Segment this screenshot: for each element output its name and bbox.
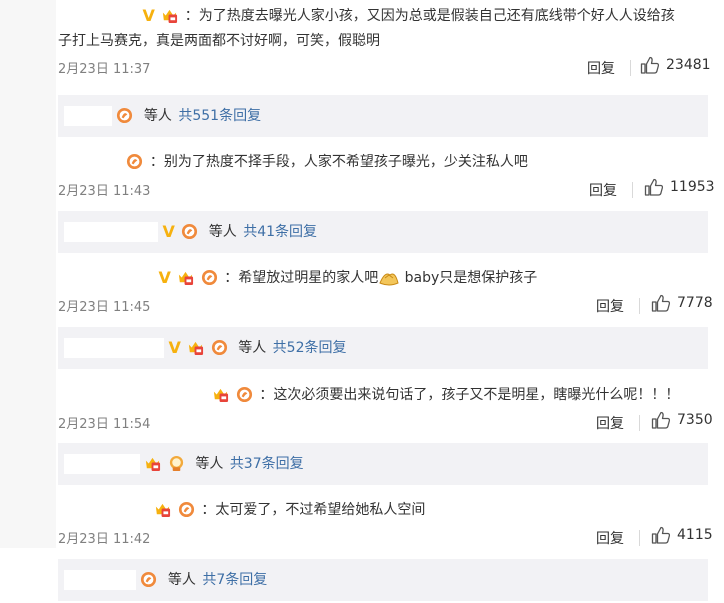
clap-emoji-icon bbox=[378, 269, 400, 287]
reply-button[interactable]: 回复 bbox=[596, 413, 624, 433]
reply-summary[interactable]: V 等人 共52条回复 bbox=[58, 327, 708, 369]
member-crown-icon bbox=[154, 501, 171, 518]
comment-text-line: V ：为了热度去曝光人家小孩，又因为总或是假装自己还有底线带个好人人设给孩 bbox=[56, 5, 724, 29]
like-button[interactable]: 4115 bbox=[651, 526, 713, 544]
fan-icon bbox=[236, 386, 253, 403]
view-replies-link[interactable]: 共41条回复 bbox=[243, 224, 317, 240]
username-redacted[interactable] bbox=[64, 454, 140, 474]
username-redacted[interactable] bbox=[64, 106, 112, 126]
like-button[interactable]: 11953 bbox=[644, 178, 715, 196]
fan-icon bbox=[181, 223, 198, 240]
like-button[interactable]: 7350 bbox=[651, 411, 713, 429]
thumb-up-icon bbox=[651, 411, 671, 429]
comment-text: ：这次必须要出来说句话了，孩子又不是明星，瞎曝光什么呢！！！ bbox=[259, 387, 680, 403]
fan-icon bbox=[126, 153, 143, 170]
member-crown-icon bbox=[161, 7, 178, 24]
comment-time: 2月23日 11:43 bbox=[58, 184, 151, 199]
fan-icon bbox=[116, 107, 133, 124]
reply-summary[interactable]: 等人 共7条回复 bbox=[58, 559, 708, 601]
comment-time: 2月23日 11:42 bbox=[58, 532, 151, 547]
fan-icon bbox=[178, 501, 195, 518]
thumb-up-icon bbox=[644, 178, 664, 196]
comment-text-line: ：这次必须要出来说句话了，孩子又不是明星，瞎曝光什么呢！！！ bbox=[56, 384, 724, 408]
comment-text-cont: baby只是想保护孩子 bbox=[400, 270, 538, 286]
view-replies-link[interactable]: 共7条回复 bbox=[202, 572, 267, 588]
fan-icon bbox=[211, 339, 228, 356]
comment-meta: 2月23日 11:37 回复 23481 bbox=[56, 56, 724, 80]
member-crown-icon bbox=[144, 455, 161, 472]
verified-v-icon: V bbox=[158, 268, 171, 287]
divider bbox=[639, 415, 640, 431]
username-redacted[interactable] bbox=[58, 268, 154, 288]
username-redacted[interactable] bbox=[64, 338, 164, 358]
view-replies-link[interactable]: 共37条回复 bbox=[230, 456, 304, 472]
reply-summary[interactable]: 等人 共37条回复 bbox=[58, 443, 708, 485]
etc-label: 等人 bbox=[195, 456, 224, 472]
comment-item: V ：为了热度去曝光人家小孩，又因为总或是假装自己还有底线带个好人人设给孩 子打… bbox=[56, 5, 724, 80]
comment-meta: 2月23日 11:54 回复 7350 bbox=[56, 411, 724, 435]
comment-text: ：为了热度去曝光人家小孩，又因为总或是假装自己还有底线带个好人人设给孩 bbox=[184, 8, 675, 24]
comment-text: ：希望放过明星的家人吧 bbox=[224, 270, 379, 286]
username-redacted[interactable] bbox=[58, 6, 138, 26]
username-redacted[interactable] bbox=[58, 385, 208, 405]
view-replies-link[interactable]: 共551条回复 bbox=[178, 108, 261, 124]
reply-button[interactable]: 回复 bbox=[596, 528, 624, 548]
member-crown-icon bbox=[212, 386, 229, 403]
verified-v-icon: V bbox=[142, 6, 155, 25]
comment-meta: 2月23日 11:45 回复 7778 bbox=[56, 294, 724, 318]
comment-item: V ：希望放过明星的家人吧 baby只是想保护孩子 2月23日 11:45 回复… bbox=[56, 267, 724, 318]
comment-text: ：太可爱了，不过希望给她私人空间 bbox=[201, 502, 426, 518]
member-crown-icon bbox=[177, 269, 194, 286]
comment-meta: 2月23日 11:42 回复 4115 bbox=[56, 526, 724, 550]
fan-icon bbox=[140, 571, 157, 588]
comment-item: ：太可爱了，不过希望给她私人空间 2月23日 11:42 回复 4115 bbox=[56, 499, 724, 550]
view-replies-link[interactable]: 共52条回复 bbox=[273, 340, 347, 356]
like-count: 4115 bbox=[677, 527, 713, 543]
like-count: 7778 bbox=[677, 295, 713, 311]
divider bbox=[639, 298, 640, 314]
divider bbox=[632, 182, 633, 198]
divider bbox=[630, 60, 631, 76]
divider bbox=[639, 530, 640, 546]
verified-v-icon: V bbox=[168, 338, 181, 357]
like-count: 11953 bbox=[670, 179, 715, 195]
reply-button[interactable]: 回复 bbox=[596, 296, 624, 316]
comment-time: 2月23日 11:54 bbox=[58, 417, 151, 432]
comment-text-cont: 子打上马赛克，真是两面都不讨好啊，可笑，假聪明 bbox=[58, 33, 380, 49]
reply-button[interactable]: 回复 bbox=[587, 58, 615, 78]
username-redacted[interactable] bbox=[64, 222, 158, 242]
comment-time: 2月23日 11:37 bbox=[58, 62, 151, 77]
verified-v-icon: V bbox=[162, 222, 175, 241]
comment-text-line: ：太可爱了，不过希望给她私人空间 bbox=[56, 499, 724, 523]
etc-label: 等人 bbox=[143, 108, 172, 124]
medal-icon bbox=[168, 455, 185, 472]
comment-item: ：这次必须要出来说句话了，孩子又不是明星，瞎曝光什么呢！！！ 2月23日 11:… bbox=[56, 384, 724, 435]
comment-meta: 2月23日 11:43 回复 11953 bbox=[56, 178, 724, 202]
etc-label: 等人 bbox=[167, 572, 196, 588]
reply-button[interactable]: 回复 bbox=[589, 180, 617, 200]
reply-summary[interactable]: V 等人 共41条回复 bbox=[58, 211, 708, 253]
like-button[interactable]: 7778 bbox=[651, 294, 713, 312]
username-redacted[interactable] bbox=[58, 500, 150, 520]
username-redacted[interactable] bbox=[64, 570, 136, 590]
comment-item: ：别为了热度不择手段，人家不希望孩子曝光，少关注私人吧 2月23日 11:43 … bbox=[56, 151, 724, 202]
comment-text-line: ：别为了热度不择手段，人家不希望孩子曝光，少关注私人吧 bbox=[56, 151, 724, 175]
comment-text-line-2: 子打上马赛克，真是两面都不讨好啊，可笑，假聪明 bbox=[56, 30, 724, 52]
etc-label: 等人 bbox=[208, 224, 237, 240]
like-button[interactable]: 23481 bbox=[640, 56, 711, 74]
fan-icon bbox=[201, 269, 218, 286]
reply-summary[interactable]: 等人 共551条回复 bbox=[58, 95, 708, 137]
username-redacted[interactable] bbox=[62, 152, 122, 172]
comment-text-line: V ：希望放过明星的家人吧 baby只是想保护孩子 bbox=[56, 267, 724, 291]
thumb-up-icon bbox=[640, 56, 660, 74]
like-count: 23481 bbox=[666, 57, 711, 73]
etc-label: 等人 bbox=[238, 340, 267, 356]
member-crown-icon bbox=[187, 339, 204, 356]
thumb-up-icon bbox=[651, 526, 671, 544]
thumb-up-icon bbox=[651, 294, 671, 312]
left-avatar-column bbox=[0, 0, 56, 548]
comment-time: 2月23日 11:45 bbox=[58, 300, 151, 315]
comment-text: ：别为了热度不择手段，人家不希望孩子曝光，少关注私人吧 bbox=[149, 154, 528, 170]
like-count: 7350 bbox=[677, 412, 713, 428]
